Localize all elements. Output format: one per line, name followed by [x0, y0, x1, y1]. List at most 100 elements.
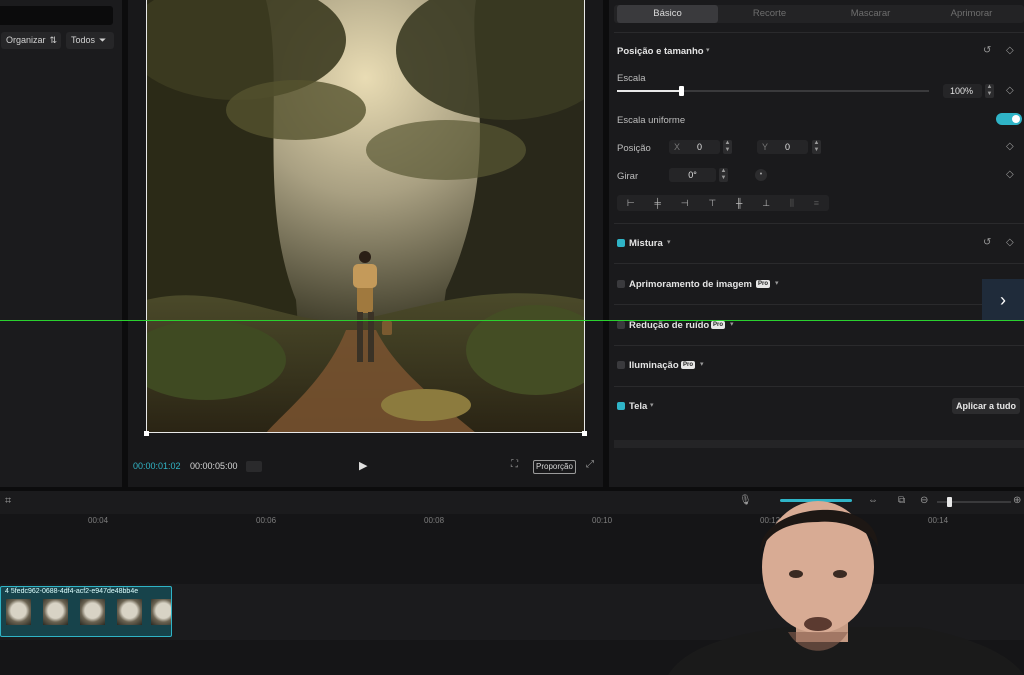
chevron-down-icon[interactable]: ▾ [775, 279, 779, 287]
timeline-tick: 00:04 [88, 516, 109, 525]
chevron-down-icon[interactable]: ▾ [700, 360, 704, 368]
lighting-title: Iluminação [629, 360, 679, 371]
mix-keyframe-icon[interactable]: ◇ [1006, 237, 1014, 248]
chevron-down-icon[interactable]: ▾ [650, 401, 654, 409]
sort-icon: ⇅ [49, 35, 58, 45]
timeline-tick: 00:08 [424, 516, 445, 525]
align-right-icon[interactable]: ⊣ [681, 198, 689, 209]
alignment-guide-line [0, 320, 1024, 321]
align-top-icon[interactable]: ⊤ [708, 198, 716, 209]
webcam-overlay [668, 492, 1024, 675]
align-toolbar: ⊢ ╪ ⊣ ⊤ ╫ ⊥ ⫼ ≡ [617, 195, 829, 211]
mix-checkbox[interactable] [617, 239, 625, 247]
rotate-dial-icon[interactable]: • [755, 169, 767, 181]
divider [614, 32, 1024, 33]
inspector-scrollbar-area [614, 440, 1024, 448]
scale-label: Escala [617, 73, 646, 84]
canvas-checkbox[interactable] [617, 402, 625, 410]
lighting-checkbox[interactable] [617, 361, 625, 369]
position-size-title: Posição e tamanho [617, 46, 704, 57]
image-enhance-title: Aprimoramento de imagem [629, 279, 752, 290]
scale-slider-handle[interactable] [679, 86, 685, 96]
noise-reduction-checkbox[interactable] [617, 321, 625, 329]
image-enhance-checkbox[interactable] [617, 280, 625, 288]
divider [614, 223, 1024, 224]
filter-all-button[interactable]: Todos ⏷ [66, 32, 114, 49]
timeline-tick: 00:06 [256, 516, 277, 525]
y-value: 0 [785, 142, 791, 152]
filter-all-label: Todos [71, 35, 96, 45]
timeline-clip[interactable]: 4 5fedc962-0688-4df4-acf2-e947de48bb4e [0, 586, 172, 637]
preview-canvas[interactable] [146, 0, 585, 433]
chevron-right-icon[interactable]: › [982, 279, 1024, 321]
media-search-input[interactable] [0, 6, 113, 25]
media-panel [0, 0, 122, 487]
chevron-down-icon[interactable]: ▾ [730, 320, 734, 328]
current-timecode: 00:00:01:02 [133, 461, 181, 471]
timecode-format-toggle[interactable] [246, 461, 262, 472]
pro-badge: Pro [711, 321, 726, 329]
scale-slider-fill [617, 90, 682, 92]
divider [614, 263, 1024, 264]
x-value: 0 [697, 142, 703, 152]
align-center-h-icon[interactable]: ╪ [655, 198, 661, 208]
reset-icon[interactable]: ↺ [983, 45, 991, 56]
position-y-stepper[interactable]: ▲ ▼ [812, 140, 821, 154]
organize-button[interactable]: Organizar ⇅ [1, 32, 61, 49]
divider [614, 304, 982, 305]
scale-stepper[interactable]: ▲ ▼ [985, 84, 994, 98]
play-icon[interactable]: ▶ [359, 459, 367, 472]
align-bottom-icon[interactable]: ⊥ [762, 198, 770, 209]
tab-basic[interactable]: Básico [617, 5, 718, 23]
keyframe-icon[interactable]: ◇ [1006, 45, 1014, 56]
align-left-icon[interactable]: ⊢ [627, 198, 635, 209]
canvas-title: Tela [629, 401, 648, 412]
rotate-stepper[interactable]: ▲ ▼ [719, 168, 728, 182]
noise-reduction-title: Redução de ruído [629, 320, 710, 331]
uniform-scale-toggle[interactable] [996, 113, 1022, 125]
position-keyframe-icon[interactable]: ◇ [1006, 141, 1014, 152]
organize-label: Organizar [6, 35, 46, 45]
crop-icon[interactable]: ⌗ [5, 495, 11, 508]
y-label: Y [762, 142, 769, 152]
tab-crop[interactable]: Recorte [719, 5, 820, 23]
clip-thumbnail [6, 599, 31, 625]
mix-title: Mistura [629, 238, 663, 249]
resize-handle-bottom-left[interactable] [144, 431, 149, 436]
clip-label: 4 5fedc962-0688-4df4-acf2-e947de48bb4e [5, 588, 139, 595]
expand-icon[interactable]: ⤢ [586, 459, 594, 470]
pro-badge: Pro [756, 280, 771, 288]
position-x-input[interactable]: X 0 [669, 140, 720, 154]
tab-mask[interactable]: Mascarar [820, 5, 921, 23]
chevron-down-icon[interactable]: ▾ [667, 238, 671, 246]
filter-icon: ⏷ [99, 35, 107, 45]
scale-value-input[interactable]: 100% [943, 84, 982, 98]
position-y-input[interactable]: Y 0 [757, 140, 808, 154]
clip-thumbnail [43, 599, 68, 625]
clip-thumbnail [151, 599, 171, 625]
clip-thumbnail [117, 599, 142, 625]
rotate-keyframe-icon[interactable]: ◇ [1006, 169, 1014, 180]
position-x-stepper[interactable]: ▲ ▼ [723, 140, 732, 154]
ratio-button[interactable]: Proporção [533, 460, 576, 474]
scale-keyframe-icon[interactable]: ◇ [1006, 85, 1014, 96]
uniform-scale-label: Escala uniforme [617, 115, 686, 126]
distribute-h-icon: ⫼ [789, 197, 794, 208]
rotate-input[interactable]: 0° [669, 168, 716, 182]
fullscreen-crop-icon[interactable]: ⛶ [511, 459, 518, 470]
mix-reset-icon[interactable]: ↺ [983, 237, 991, 248]
divider [614, 345, 1024, 346]
forest-scene-image [146, 0, 585, 433]
scale-slider-track[interactable] [617, 90, 929, 92]
tab-enhance[interactable]: Aprimorar [921, 5, 1022, 23]
align-middle-v-icon[interactable]: ╫ [736, 198, 742, 208]
pro-badge: Pro [681, 361, 696, 369]
x-label: X [674, 142, 681, 152]
toggle-knob [1012, 115, 1020, 123]
distribute-v-icon: ≡ [813, 198, 820, 208]
resize-handle-bottom-right[interactable] [582, 431, 587, 436]
clip-thumbnail [80, 599, 105, 625]
rotate-label: Girar [617, 171, 639, 182]
apply-to-all-button[interactable]: Aplicar a tudo [952, 398, 1021, 414]
chevron-down-icon[interactable]: ▾ [706, 46, 710, 54]
